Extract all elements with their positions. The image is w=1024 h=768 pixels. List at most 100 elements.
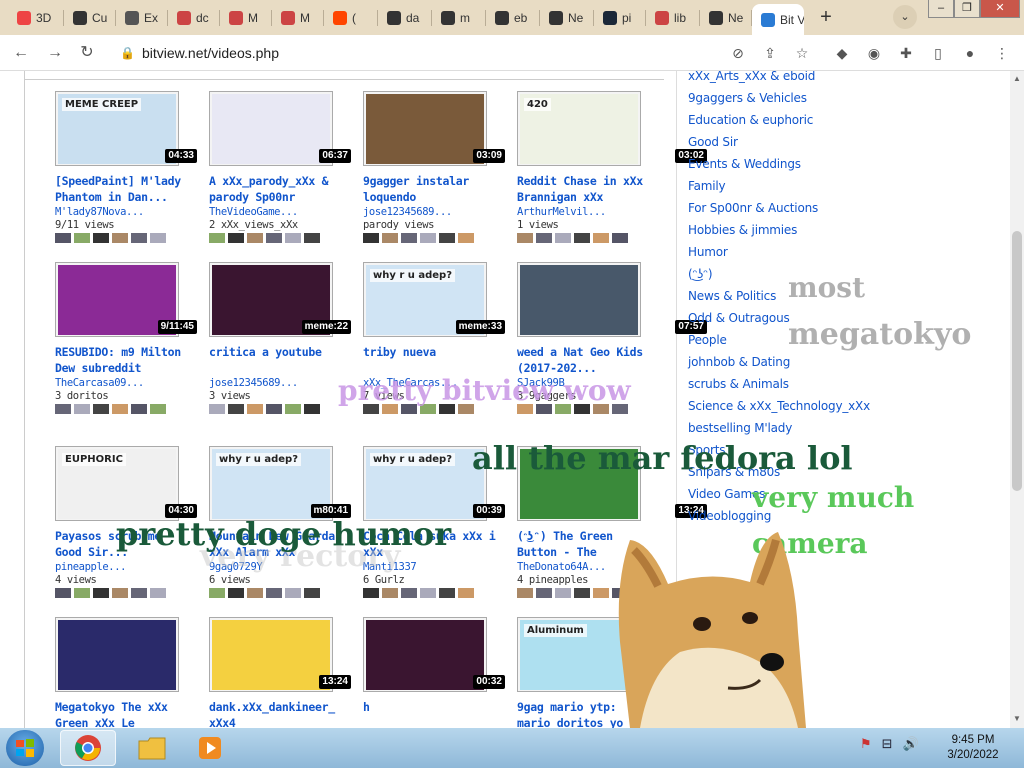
category-link[interactable]: 9gaggers & Vehicles bbox=[688, 87, 1008, 109]
video-title-link[interactable]: critica a youtube bbox=[209, 344, 347, 360]
video-title-link[interactable]: weed a Nat Geo Kids (2017-202... bbox=[517, 344, 655, 376]
avatar[interactable] bbox=[209, 404, 225, 414]
avatar[interactable] bbox=[420, 233, 436, 243]
video-title-link[interactable]: A xXx_parody_xXx & parody Sp00nr bbox=[209, 173, 347, 205]
avatar[interactable] bbox=[131, 404, 147, 414]
tab-0[interactable]: 3D bbox=[8, 6, 64, 30]
category-link[interactable]: johnbob & Dating bbox=[688, 351, 1008, 373]
close-window-button[interactable]: ✕ bbox=[980, 0, 1020, 18]
category-link[interactable]: For Sp00nr & Auctions bbox=[688, 197, 1008, 219]
avatar[interactable] bbox=[382, 588, 398, 598]
taskbar-explorer[interactable] bbox=[124, 730, 180, 766]
menu-kebab-icon[interactable]: ⋮ bbox=[992, 43, 1012, 63]
bookmark-star-icon[interactable]: ☆ bbox=[792, 43, 812, 63]
avatar[interactable] bbox=[209, 233, 225, 243]
address-bar[interactable]: 🔒 bitview.net/videos.php bbox=[110, 40, 722, 66]
avatar[interactable] bbox=[93, 233, 109, 243]
extension-fedora-icon[interactable]: ◆ bbox=[832, 43, 852, 63]
minimize-button[interactable]: – bbox=[928, 0, 954, 18]
category-link[interactable]: Education & euphoric bbox=[688, 109, 1008, 131]
avatar[interactable] bbox=[93, 404, 109, 414]
start-button[interactable] bbox=[6, 730, 44, 766]
avatar[interactable] bbox=[131, 233, 147, 243]
video-thumbnail[interactable] bbox=[209, 91, 333, 166]
avatar[interactable] bbox=[209, 588, 225, 598]
avatar[interactable] bbox=[247, 233, 263, 243]
video-author-link[interactable]: pineapple... bbox=[55, 561, 193, 573]
video-author-link[interactable]: jose12345689... bbox=[363, 206, 501, 218]
video-thumbnail[interactable] bbox=[55, 617, 179, 692]
avatar[interactable] bbox=[112, 233, 128, 243]
category-link[interactable]: Good Sir bbox=[688, 131, 1008, 153]
tab-10[interactable]: Ne bbox=[540, 6, 594, 30]
avatar[interactable] bbox=[266, 588, 282, 598]
avatar[interactable] bbox=[285, 233, 301, 243]
avatar[interactable] bbox=[536, 233, 552, 243]
video-author-link[interactable]: TheCarcasa09... bbox=[55, 377, 193, 389]
tab-3[interactable]: dc bbox=[168, 6, 220, 30]
category-link[interactable]: Science & xXx_Technology_xXx bbox=[688, 395, 1008, 417]
popup-blocked-icon[interactable]: ⊘ bbox=[728, 43, 748, 63]
category-link[interactable]: Humor bbox=[688, 241, 1008, 263]
tab-search-button[interactable]: ⌄ bbox=[893, 5, 917, 29]
video-title-link[interactable]: [SpeedPaint] M'lady Phantom in Dan... bbox=[55, 173, 193, 205]
network-icon[interactable]: ⊟ bbox=[882, 736, 893, 752]
video-title-link[interactable]: triby nueva bbox=[363, 344, 501, 360]
avatar[interactable] bbox=[74, 233, 90, 243]
avatar[interactable] bbox=[228, 404, 244, 414]
taskbar-chrome[interactable] bbox=[60, 730, 116, 766]
tab-1[interactable]: Cu bbox=[64, 6, 116, 30]
category-link[interactable]: scrubs & Animals bbox=[688, 373, 1008, 395]
avatar[interactable] bbox=[228, 233, 244, 243]
reload-icon[interactable]: ↻ bbox=[76, 42, 98, 64]
category-link[interactable]: Family bbox=[688, 175, 1008, 197]
category-link[interactable]: Hobbies & jimmies bbox=[688, 219, 1008, 241]
video-title-link[interactable]: RESUBIDO: m9 Milton Dew subreddit bbox=[55, 344, 193, 376]
scrollbar-thumb[interactable] bbox=[1012, 231, 1022, 491]
avatar[interactable] bbox=[420, 588, 436, 598]
forward-icon[interactable]: → bbox=[44, 42, 66, 64]
avatar[interactable] bbox=[555, 588, 571, 598]
video-title-link[interactable]: Megatokyo The xXx Green xXx Le bbox=[55, 699, 193, 728]
avatar[interactable] bbox=[304, 233, 320, 243]
action-center-flag-icon[interactable]: ⚑ bbox=[860, 736, 872, 752]
avatar[interactable] bbox=[401, 588, 417, 598]
lock-icon[interactable]: 🔒 bbox=[120, 40, 135, 66]
video-thumbnail[interactable]: EUPHORIC bbox=[55, 446, 179, 521]
avatar[interactable] bbox=[439, 588, 455, 598]
video-thumbnail[interactable] bbox=[363, 617, 487, 692]
avatar[interactable] bbox=[555, 233, 571, 243]
avatar[interactable] bbox=[458, 233, 474, 243]
avatar[interactable] bbox=[55, 233, 71, 243]
avatar[interactable] bbox=[247, 588, 263, 598]
extension-doge-icon[interactable]: ◉ bbox=[864, 43, 884, 63]
maximize-button[interactable]: ❐ bbox=[954, 0, 980, 18]
side-panel-icon[interactable]: ▯ bbox=[928, 43, 948, 63]
avatar[interactable] bbox=[112, 404, 128, 414]
video-author-link[interactable]: M'lady87Nova... bbox=[55, 206, 193, 218]
avatar[interactable] bbox=[593, 233, 609, 243]
avatar[interactable] bbox=[112, 588, 128, 598]
avatar[interactable] bbox=[74, 588, 90, 598]
video-title-link[interactable]: Reddit Chase in xXx Brannigan xXx bbox=[517, 173, 655, 205]
avatar[interactable] bbox=[93, 588, 109, 598]
taskbar-media-player[interactable] bbox=[182, 730, 238, 766]
avatar[interactable] bbox=[266, 404, 282, 414]
avatar[interactable] bbox=[131, 588, 147, 598]
tab-5[interactable]: M bbox=[272, 6, 324, 30]
tab-4[interactable]: M bbox=[220, 6, 272, 30]
avatar[interactable] bbox=[401, 233, 417, 243]
video-author-link[interactable]: ArthurMelvil... bbox=[517, 206, 655, 218]
avatar[interactable] bbox=[517, 588, 533, 598]
avatar[interactable] bbox=[150, 588, 166, 598]
tab-11[interactable]: pi bbox=[594, 6, 646, 30]
avatar[interactable] bbox=[247, 404, 263, 414]
avatar[interactable] bbox=[363, 233, 379, 243]
tab-14[interactable]: Bit View✕ bbox=[752, 4, 804, 35]
avatar[interactable] bbox=[382, 233, 398, 243]
scroll-up-icon[interactable]: ▲ bbox=[1013, 74, 1021, 83]
avatar[interactable] bbox=[593, 588, 609, 598]
avatar[interactable] bbox=[304, 404, 320, 414]
avatar[interactable] bbox=[612, 233, 628, 243]
profile-icon[interactable]: ● bbox=[960, 43, 980, 63]
